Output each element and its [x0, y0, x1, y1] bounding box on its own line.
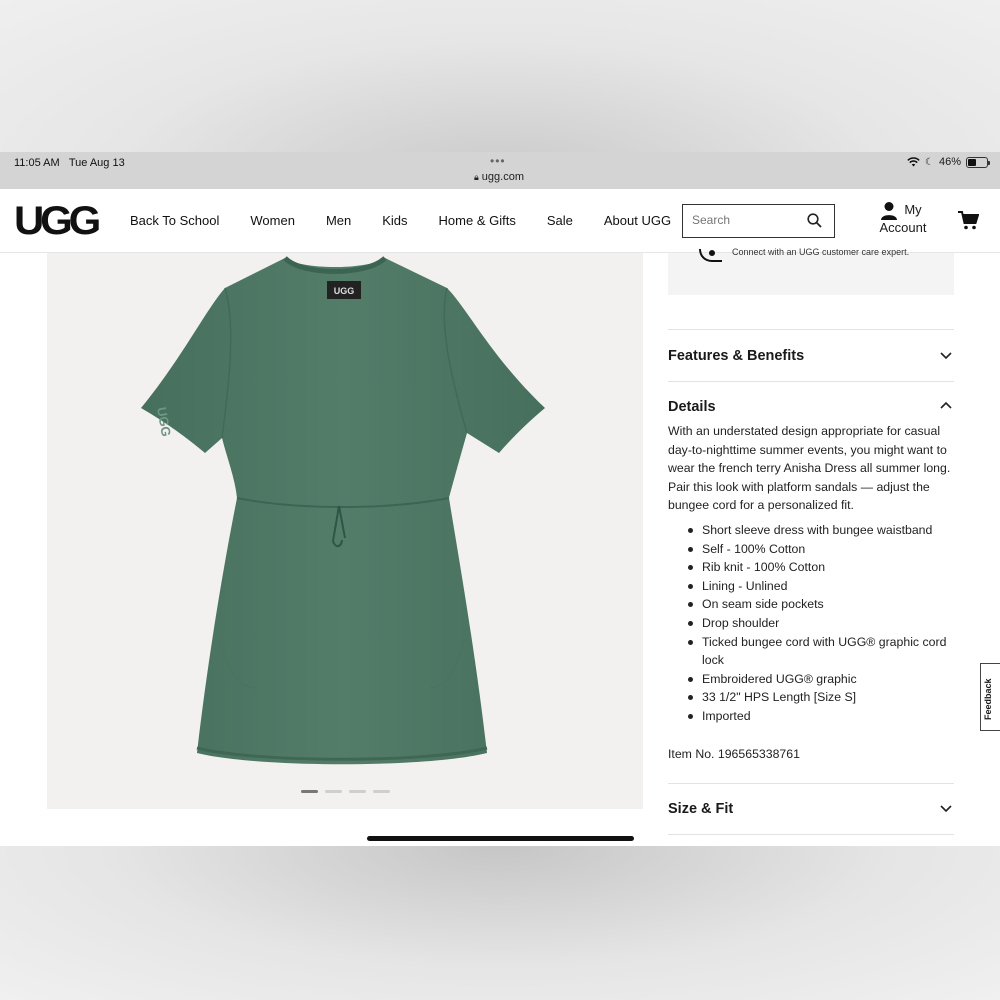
nav-sale[interactable]: Sale — [547, 213, 573, 228]
moon-icon: ☾ — [925, 156, 934, 168]
url-bar[interactable]: 🔒︎ ugg.com — [474, 171, 524, 183]
status-indicators: ☾ 46% — [907, 156, 990, 168]
background-blur-bottom — [0, 846, 1000, 1000]
nav-kids[interactable]: Kids — [382, 213, 407, 228]
chevron-down-icon — [940, 805, 952, 813]
dress-product-image[interactable]: UGG UGG — [127, 248, 557, 778]
main-nav: Back To School Women Men Kids Home & Gif… — [130, 213, 702, 228]
accordion-details[interactable]: Details — [668, 381, 954, 421]
battery-icon — [966, 156, 990, 168]
ugg-logo[interactable]: UGG — [14, 199, 101, 244]
list-item: Lining - Unlined — [686, 577, 958, 596]
nav-about-ugg[interactable]: About UGG — [604, 213, 671, 228]
chevron-up-icon — [940, 401, 952, 409]
nav-women[interactable]: Women — [250, 213, 295, 228]
search-input[interactable] — [683, 205, 793, 235]
cart-icon[interactable] — [958, 211, 979, 230]
pager-dot-4[interactable] — [373, 790, 390, 793]
status-time: 11:05 AM Tue Aug 13 — [14, 157, 125, 169]
details-description: With an understated design appropriate f… — [668, 424, 951, 513]
status-bar: 11:05 AM Tue Aug 13 ••• 🔒︎ ugg.com ☾ 46% — [0, 152, 1000, 189]
pager-dot-3[interactable] — [349, 790, 366, 793]
background-blur-top — [0, 0, 1000, 152]
dress-neck-label: UGG — [334, 286, 355, 296]
details-heading: Details — [668, 399, 716, 415]
list-item: Imported — [686, 707, 958, 726]
search-icon[interactable] — [807, 213, 822, 228]
list-item: Ticked bungee cord with UGG® graphic cor… — [686, 633, 958, 670]
nav-back-to-school[interactable]: Back To School — [130, 213, 219, 228]
customer-care-box[interactable]: Connect with an UGG customer care expert… — [668, 247, 954, 295]
list-item: Embroidered UGG® graphic — [686, 670, 958, 689]
wifi-icon — [907, 157, 920, 167]
product-image-panel[interactable]: UGG UGG — [47, 253, 643, 809]
pager-dot-2[interactable] — [325, 790, 342, 793]
multitask-dots[interactable]: ••• — [490, 154, 506, 168]
home-indicator[interactable] — [367, 836, 634, 841]
web-page: UGG Back To School Women Men Kids Home &… — [0, 189, 1000, 846]
list-item: Rib knit - 100% Cotton — [686, 558, 958, 577]
search-box[interactable] — [682, 204, 835, 238]
list-item: Self - 100% Cotton — [686, 540, 958, 559]
pager-dot-1[interactable] — [301, 790, 318, 793]
accordion-features[interactable]: Features & Benefits — [668, 329, 954, 381]
customer-care-text: Connect with an UGG customer care expert… — [732, 247, 910, 257]
chat-icon — [699, 249, 722, 262]
list-item: 33 1/2" HPS Length [Size S] — [686, 688, 958, 707]
details-list: Short sleeve dress with bungee waistband… — [686, 521, 958, 726]
person-icon — [881, 202, 897, 220]
list-item: Short sleeve dress with bungee waistband — [686, 521, 958, 540]
list-item: On seam side pockets — [686, 595, 958, 614]
feedback-label: Feedback — [983, 678, 993, 720]
item-number: Item No. 196565338761 — [668, 747, 800, 761]
account-label-account: Account — [879, 220, 927, 235]
battery-percent: 46% — [938, 156, 961, 168]
features-heading: Features & Benefits — [668, 348, 805, 364]
site-header: UGG Back To School Women Men Kids Home &… — [0, 189, 1000, 253]
nav-men[interactable]: Men — [326, 213, 351, 228]
size-fit-heading: Size & Fit — [668, 801, 734, 817]
list-item: Drop shoulder — [686, 614, 958, 633]
lock-icon: 🔒︎ — [474, 172, 479, 182]
nav-home-gifts[interactable]: Home & Gifts — [439, 213, 516, 228]
accordion-size-fit[interactable]: Size & Fit — [668, 783, 954, 835]
image-pager — [301, 790, 390, 793]
feedback-tab[interactable]: Feedback — [980, 663, 1000, 731]
chevron-down-icon — [940, 352, 952, 360]
account-link[interactable]: My Account — [876, 201, 930, 237]
